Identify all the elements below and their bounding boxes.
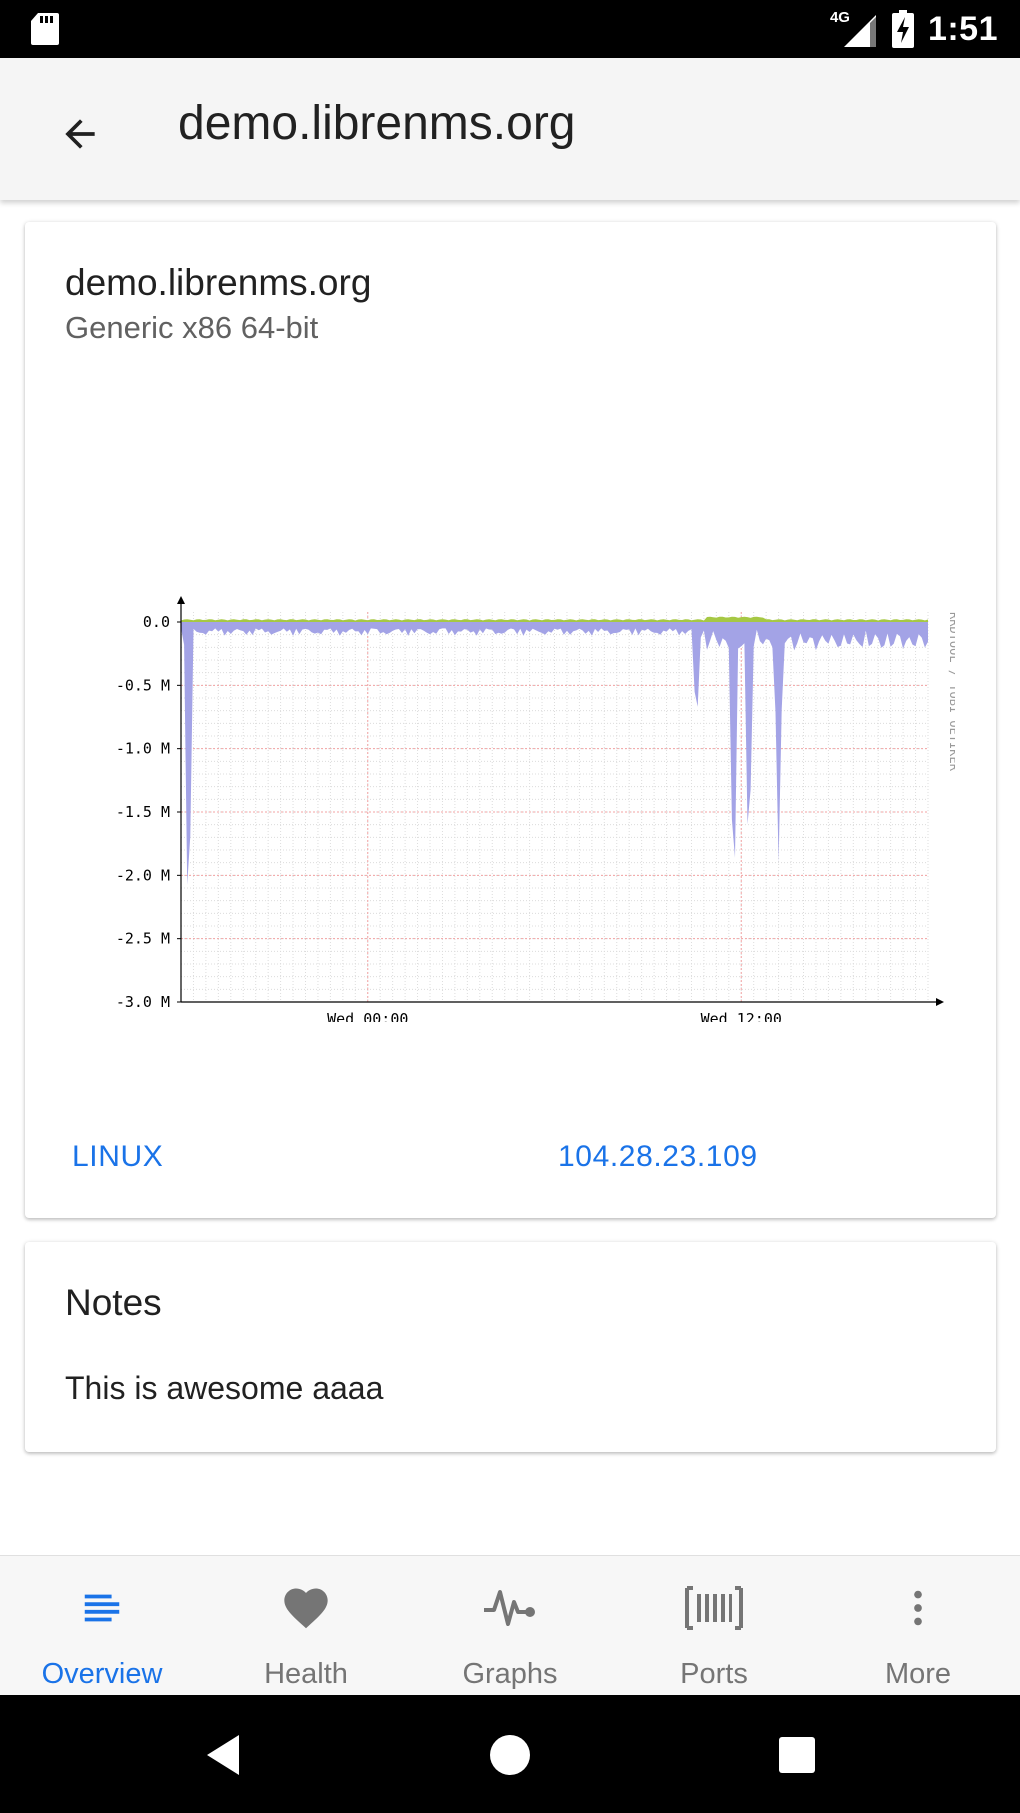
- square-recents-icon: [779, 1737, 815, 1773]
- nav-more-label: More: [884, 1658, 952, 1690]
- arrow-back-icon: [65, 119, 95, 149]
- ip-address-link[interactable]: 104.28.23.109: [558, 1140, 758, 1174]
- nav-graphs[interactable]: Graphs: [408, 1556, 612, 1695]
- nav-overview-label: Overview: [41, 1658, 163, 1690]
- overview-lines-icon: [84, 1594, 120, 1622]
- nav-ports-label: Ports: [680, 1658, 748, 1690]
- os-link[interactable]: LINUX: [72, 1140, 163, 1174]
- device-hardware: Generic x86 64-bit: [65, 310, 319, 345]
- triangle-back-icon: [207, 1735, 239, 1775]
- device-card: demo.librenms.org Generic x86 64-bit 0.0…: [25, 222, 996, 1218]
- more-vert-icon: [914, 1590, 922, 1626]
- battery-charging-icon: [891, 10, 914, 48]
- system-recents-button[interactable]: [767, 1725, 827, 1785]
- notes-title: Notes: [65, 1282, 162, 1323]
- app-bar: demo.librenms.org: [0, 58, 1020, 200]
- x-axis-arrow: [936, 998, 944, 1006]
- page-title: demo.librenms.org: [178, 97, 576, 150]
- nav-overview[interactable]: Overview: [0, 1556, 204, 1695]
- nav-graphs-label: Graphs: [462, 1658, 558, 1690]
- notes-card: Notes This is awesome aaaa: [25, 1242, 996, 1452]
- nav-health-label: Health: [264, 1658, 348, 1690]
- nav-more[interactable]: More: [816, 1556, 1020, 1695]
- system-home-button[interactable]: [480, 1725, 540, 1785]
- notes-body: This is awesome aaaa: [65, 1370, 384, 1406]
- pulse-graph-icon: [484, 1590, 535, 1626]
- status-bar: 4G 1:51: [0, 0, 1020, 58]
- y-tick-label: -0.5 M: [116, 676, 170, 694]
- y-tick-label: -1.0 M: [116, 740, 170, 758]
- back-button[interactable]: [44, 98, 116, 170]
- y-tick-label: 0.0: [143, 613, 170, 631]
- y-axis-arrow: [177, 596, 185, 604]
- circle-home-icon: [490, 1735, 530, 1775]
- plot-area: [181, 610, 928, 1002]
- y-tick-label: -2.5 M: [116, 930, 170, 948]
- traffic-graph[interactable]: 0.0 -0.5 M -1.0 M -1.5 M -2.0 M -2.5 M -3.0 M W…: [85, 422, 955, 1022]
- device-name: demo.librenms.org: [65, 262, 372, 303]
- system-navigation-bar: [0, 1695, 1020, 1813]
- x-tick-label: Wed 12:00: [701, 1010, 782, 1022]
- x-tick-label: Wed 00:00: [327, 1010, 408, 1022]
- rrdtool-watermark: RRDTOOL / TOBI OETIKER: [947, 612, 955, 772]
- bottom-navigation: Overview Health Graphs Ports More: [0, 1555, 1020, 1695]
- nav-ports[interactable]: Ports: [612, 1556, 816, 1695]
- heart-icon: [284, 1588, 328, 1629]
- status-time: 1:51: [927, 9, 998, 48]
- nav-health[interactable]: Health: [204, 1556, 408, 1695]
- y-tick-label: -3.0 M: [116, 993, 170, 1011]
- y-tick-label: -1.5 M: [116, 803, 170, 821]
- sd-card-icon: [31, 13, 59, 45]
- y-tick-label: -2.0 M: [116, 866, 170, 884]
- system-back-button[interactable]: [193, 1725, 253, 1785]
- signal-4g-icon: 4G: [830, 9, 878, 49]
- barcode-ports-icon: [685, 1586, 743, 1630]
